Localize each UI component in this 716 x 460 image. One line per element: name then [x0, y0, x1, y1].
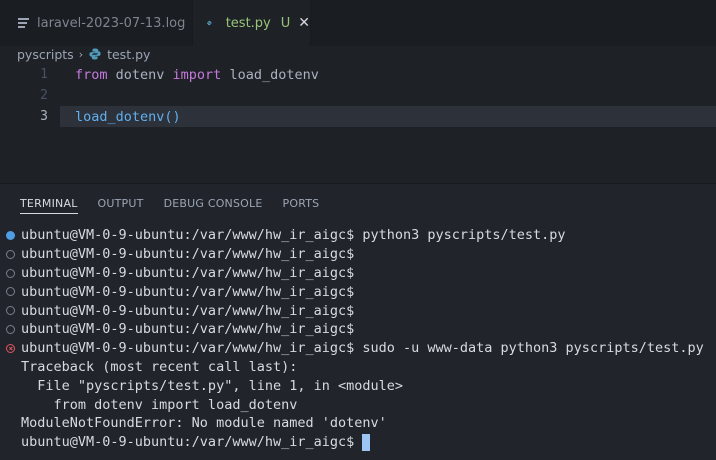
terminal-line: Traceback (most recent call last):	[0, 358, 716, 377]
code-line: 2	[0, 85, 716, 106]
terminal-line: ubuntu@VM-0-9-ubuntu:/var/www/hw_ir_aigc…	[0, 264, 716, 283]
line-number: 1	[40, 67, 48, 82]
terminal-text: ubuntu@VM-0-9-ubuntu:/var/www/hw_ir_aigc…	[21, 283, 355, 300]
code-text: from dotenv import load_dotenv	[75, 67, 319, 83]
parentheses: ()	[164, 108, 181, 125]
terminal-line: ModuleNotFoundError: No module named 'do…	[0, 414, 716, 433]
breadcrumb: pyscripts › test.py	[0, 46, 716, 62]
line-number: 2	[40, 88, 48, 103]
tab-label: test.py	[225, 15, 271, 31]
terminal-text: File "pyscripts/test.py", line 1, in <mo…	[21, 377, 404, 394]
tab-output[interactable]: OUTPUT	[98, 184, 144, 222]
tab-terminal[interactable]: TERMINAL	[20, 184, 78, 222]
terminal-text: ubuntu@VM-0-9-ubuntu:/var/www/hw_ir_aigc…	[21, 227, 566, 244]
panel-tab-bar: TERMINAL OUTPUT DEBUG CONSOLE PORTS	[0, 184, 319, 222]
terminal-text: Traceback (most recent call last):	[21, 358, 298, 375]
chevron-right-icon: ›	[78, 47, 84, 61]
terminal-text: ubuntu@VM-0-9-ubuntu:/var/www/hw_ir_aigc…	[21, 246, 355, 263]
code-line: 1 from dotenv import load_dotenv	[0, 64, 716, 85]
terminal-prompt-line[interactable]: ubuntu@VM-0-9-ubuntu:/var/www/hw_ir_aigc…	[0, 433, 716, 452]
command-decoration-icon[interactable]	[6, 287, 15, 297]
terminal-text: ubuntu@VM-0-9-ubuntu:/var/www/hw_ir_aigc…	[21, 434, 355, 451]
terminal-text: ubuntu@VM-0-9-ubuntu:/var/www/hw_ir_aigc…	[21, 340, 704, 357]
editor-tab-bar: laravel-2023-07-13.log test.py U ✕	[0, 0, 716, 46]
keyword-from: from	[75, 66, 108, 83]
terminal-cursor	[362, 433, 371, 451]
terminal-output[interactable]: ubuntu@VM-0-9-ubuntu:/var/www/hw_ir_aigc…	[0, 226, 716, 452]
python-file-icon	[207, 20, 212, 26]
code-text: load_dotenv()	[75, 109, 181, 125]
tab-ports[interactable]: PORTS	[283, 184, 320, 222]
command-error-icon[interactable]	[6, 343, 15, 353]
tab-laravel-log[interactable]: laravel-2023-07-13.log	[0, 0, 192, 46]
bottom-panel: TERMINAL OUTPUT DEBUG CONSOLE PORTS ubun…	[0, 183, 716, 460]
command-decoration-icon[interactable]	[6, 306, 15, 316]
git-untracked-badge: U	[280, 15, 291, 31]
close-icon[interactable]: ✕	[298, 15, 310, 31]
keyword-import: import	[172, 66, 222, 83]
terminal-line: ubuntu@VM-0-9-ubuntu:/var/www/hw_ir_aigc…	[0, 301, 716, 320]
terminal-text: from dotenv import load_dotenv	[21, 396, 298, 413]
tab-label: laravel-2023-07-13.log	[37, 15, 186, 31]
terminal-line: ubuntu@VM-0-9-ubuntu:/var/www/hw_ir_aigc…	[0, 339, 716, 358]
module-name: dotenv	[107, 66, 173, 83]
terminal-line: ubuntu@VM-0-9-ubuntu:/var/www/hw_ir_aigc…	[0, 245, 716, 264]
python-file-icon	[89, 48, 101, 60]
terminal-text: ubuntu@VM-0-9-ubuntu:/var/www/hw_ir_aigc…	[21, 302, 355, 319]
terminal-line: ubuntu@VM-0-9-ubuntu:/var/www/hw_ir_aigc…	[0, 226, 716, 245]
terminal-text: ubuntu@VM-0-9-ubuntu:/var/www/hw_ir_aigc…	[21, 264, 355, 281]
tab-debug-console[interactable]: DEBUG CONSOLE	[164, 184, 263, 222]
terminal-line: ubuntu@VM-0-9-ubuntu:/var/www/hw_ir_aigc…	[0, 320, 716, 339]
command-decoration-icon[interactable]	[6, 268, 15, 278]
line-number: 3	[40, 109, 48, 124]
code-editor[interactable]: 1 from dotenv import load_dotenv 2 3 loa…	[0, 62, 716, 182]
imported-name: load_dotenv	[221, 66, 319, 83]
breadcrumb-folder[interactable]: pyscripts	[17, 47, 74, 62]
terminal-line: ubuntu@VM-0-9-ubuntu:/var/www/hw_ir_aigc…	[0, 282, 716, 301]
command-decoration-icon[interactable]	[6, 324, 15, 334]
terminal-line: File "pyscripts/test.py", line 1, in <mo…	[0, 376, 716, 395]
breadcrumb-file[interactable]: test.py	[107, 47, 150, 62]
terminal-line: from dotenv import load_dotenv	[0, 395, 716, 414]
terminal-text: ModuleNotFoundError: No module named 'do…	[21, 415, 387, 432]
command-success-icon[interactable]	[6, 231, 15, 240]
function-call: load_dotenv	[75, 108, 165, 125]
text-file-icon	[18, 18, 29, 28]
terminal-text: ubuntu@VM-0-9-ubuntu:/var/www/hw_ir_aigc…	[21, 321, 355, 338]
tab-test-py[interactable]: test.py U ✕	[192, 0, 311, 46]
command-decoration-icon[interactable]	[6, 249, 15, 259]
code-line: 3 load_dotenv()	[0, 106, 716, 127]
